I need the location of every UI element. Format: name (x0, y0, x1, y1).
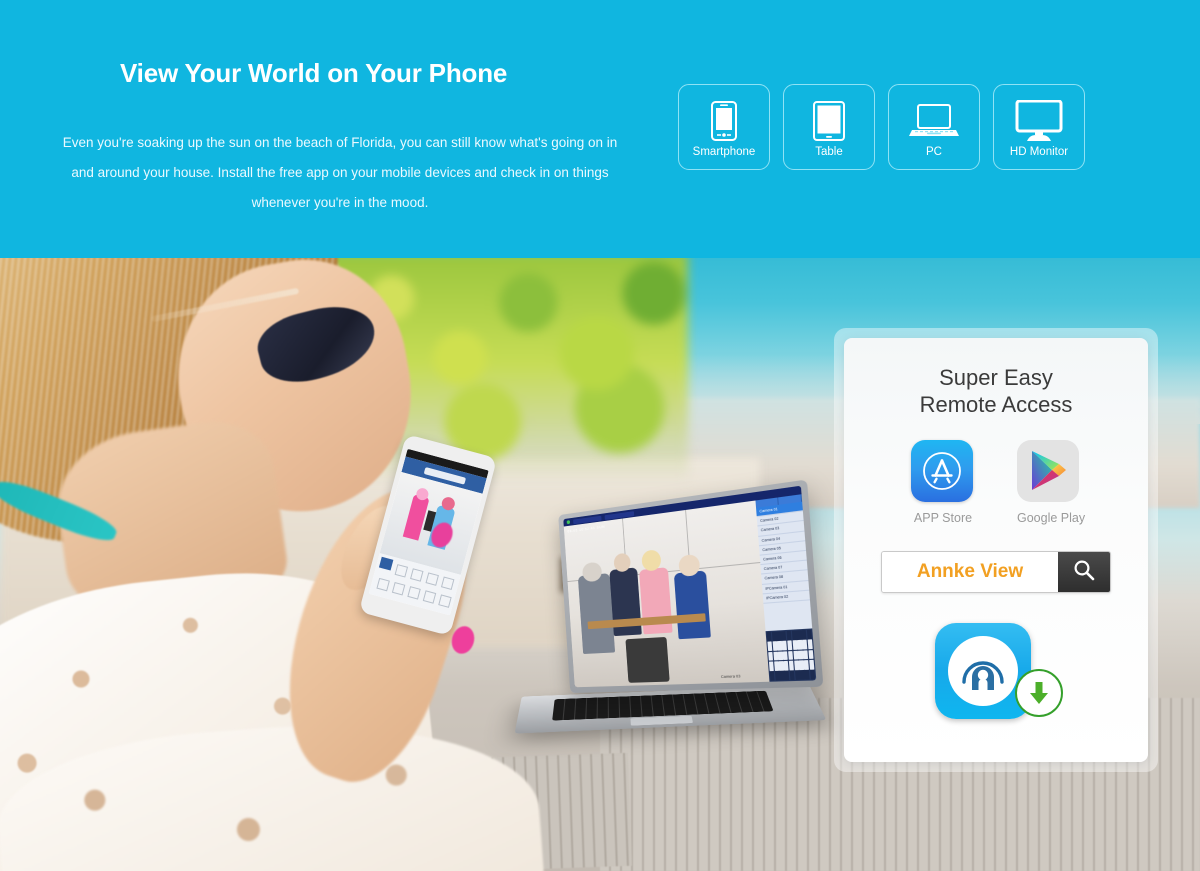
search-button[interactable] (1058, 552, 1110, 592)
key[interactable] (769, 671, 775, 681)
page-title: View Your World on Your Phone (120, 58, 508, 88)
device-label: PC (926, 146, 942, 158)
key[interactable] (808, 649, 814, 660)
monitor-icon (1013, 98, 1065, 144)
promo-banner-page: View Your World on Your Phone Even you'r… (0, 0, 1200, 871)
laptop-lid: 08-05 10:52:41 SUN Camera 03 Camera 01 C… (558, 479, 824, 694)
store-label: Google Play (1017, 511, 1086, 525)
device-label: HD Monitor (1009, 146, 1069, 158)
device-tile-pc[interactable]: PC (888, 84, 980, 170)
laptop-base (514, 685, 827, 734)
laptop: 08-05 10:52:41 SUN Camera 03 Camera 01 C… (514, 479, 827, 758)
store-label: APP Store (913, 511, 973, 525)
smartphone-icon (711, 98, 737, 144)
nvr-body: 08-05 10:52:41 SUN Camera 03 Camera 01 C… (563, 494, 817, 688)
key[interactable] (809, 659, 815, 670)
key[interactable] (789, 670, 795, 681)
hero-description: Even you're soaking up the sun on the be… (62, 135, 618, 210)
key[interactable] (768, 651, 774, 661)
status-dot (566, 520, 571, 525)
key[interactable] (786, 630, 792, 641)
chair (625, 636, 670, 683)
nvr-virtual-keyboard[interactable] (765, 628, 817, 682)
key[interactable] (787, 640, 793, 651)
google-play-icon (1017, 440, 1079, 502)
tablet-icon (813, 98, 845, 144)
search-icon (1072, 558, 1096, 587)
key[interactable] (788, 660, 794, 671)
device-tile-smartphone[interactable]: Smartphone (678, 84, 770, 170)
phone-toolbar-active (378, 556, 394, 571)
card-title-line-2: Remote Access (919, 392, 1073, 417)
remote-access-card: Super Easy Remote Access APP Store Googl… (844, 338, 1148, 762)
annke-view-app-icon[interactable] (935, 623, 1031, 719)
card-title-line-1: Super Easy (939, 365, 1053, 390)
laptop-trackpad[interactable] (630, 715, 693, 726)
person (673, 570, 711, 640)
app-search-bar[interactable]: Annke View (881, 551, 1111, 593)
toolbar-icon (376, 577, 390, 592)
key[interactable] (767, 641, 773, 652)
device-tile-hd-monitor[interactable]: HD Monitor (993, 84, 1085, 170)
store-google-play[interactable]: Google Play (1017, 440, 1086, 525)
app-store-icon (911, 440, 973, 502)
device-label: Smartphone (692, 146, 756, 158)
store-badges: APP Store Google Play (844, 440, 1148, 525)
app-icon-disc (948, 636, 1018, 706)
toolbar-icon (425, 572, 439, 586)
hero-banner: View Your World on Your Phone Even you'r… (0, 0, 1200, 258)
toolbar-icon (422, 590, 437, 604)
search-input[interactable]: Annke View (882, 552, 1058, 592)
toolbar-icon (407, 586, 421, 600)
card-title: Super Easy Remote Access (844, 364, 1148, 418)
nvr-timestamp: 08-05 10:52:41 SUN (567, 523, 606, 534)
supported-devices-list: Smartphone Table PC HD Monitor (678, 84, 1085, 170)
app-download-area[interactable] (931, 623, 1063, 719)
key[interactable] (788, 650, 794, 661)
key[interactable] (766, 631, 772, 642)
key[interactable] (768, 661, 774, 671)
toolbar-icon (394, 564, 409, 578)
toolbar-icon (440, 576, 455, 590)
device-label: Table (815, 146, 843, 158)
download-arrow-icon[interactable] (1015, 669, 1063, 717)
key[interactable] (807, 639, 813, 650)
toolbar-icon (391, 581, 406, 596)
key[interactable] (806, 629, 812, 640)
store-app-store[interactable]: APP Store (911, 440, 975, 525)
laptop-screen: 08-05 10:52:41 SUN Camera 03 Camera 01 C… (563, 485, 817, 688)
device-tile-table[interactable]: Table (783, 84, 875, 170)
nvr-camera-label: Camera 03 (720, 673, 741, 679)
laptop-icon (908, 98, 960, 144)
toolbar-icon (438, 594, 452, 608)
nvr-live-view: 08-05 10:52:41 SUN Camera 03 (563, 500, 770, 688)
nvr-camera-list[interactable]: Camera 01 Camera 02 Camera 03 Camera 04 … (756, 501, 812, 631)
key[interactable] (809, 669, 816, 680)
toolbar-icon (410, 568, 424, 582)
